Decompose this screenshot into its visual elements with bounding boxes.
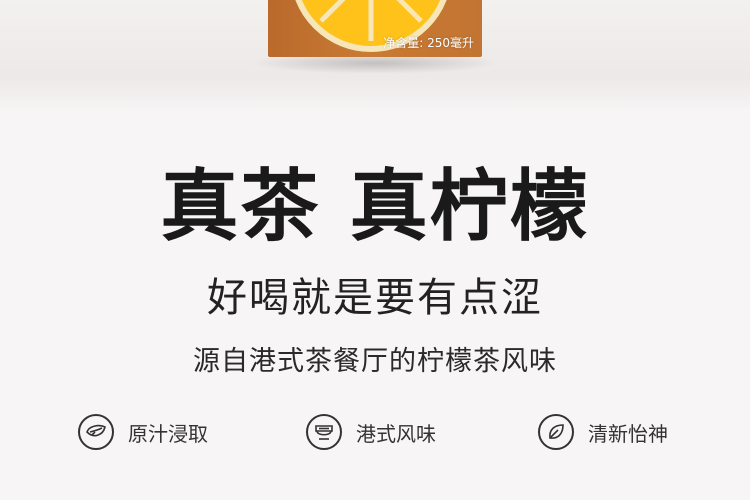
net-volume-text: 净含量: 250毫升	[383, 36, 474, 50]
tagline: 源自港式茶餐厅的柠檬茶风味	[193, 346, 557, 377]
teacup-icon	[306, 414, 342, 450]
feature-item-hk-style: 港式风味	[306, 412, 436, 452]
headline: 真茶 真柠檬	[160, 162, 590, 252]
feature-item-original-juice: 原汁浸取	[78, 412, 208, 452]
tea-leaf-icon	[78, 414, 114, 450]
product-carton-image: 净含量: 250毫升	[268, 0, 482, 57]
feature-label: 清新怡神	[588, 421, 668, 446]
feature-item-refreshing: 清新怡神	[538, 412, 668, 452]
subheadline: 好喝就是要有点涩	[207, 275, 543, 321]
leaf-icon	[538, 414, 574, 450]
feature-label: 原汁浸取	[128, 421, 208, 446]
feature-label: 港式风味	[356, 421, 436, 446]
